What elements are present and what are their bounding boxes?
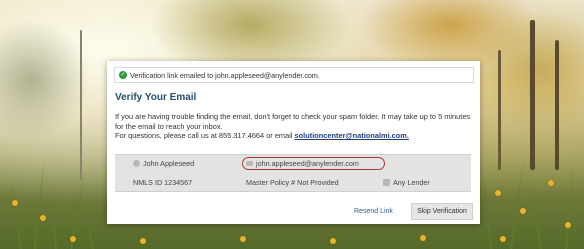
tree-trunk bbox=[530, 20, 535, 170]
nmls-id: NMLS ID 1234567 bbox=[133, 178, 193, 187]
flower bbox=[70, 236, 76, 242]
grass-blade bbox=[50, 189, 57, 249]
grass-blade bbox=[10, 179, 22, 249]
flower bbox=[565, 222, 571, 228]
notice-text: Verification link emailed to john.apples… bbox=[130, 70, 320, 80]
grass-blade bbox=[527, 179, 542, 249]
bank-icon bbox=[383, 179, 390, 186]
resend-link-button[interactable]: Resend Link bbox=[354, 208, 393, 215]
flower bbox=[240, 236, 246, 242]
check-circle-icon: ✓ bbox=[119, 71, 127, 79]
tree-trunk bbox=[555, 40, 559, 170]
user-email: john.appleseed@anylender.com bbox=[256, 159, 359, 168]
master-policy-cell: Master Policy # Not Provided bbox=[246, 178, 339, 187]
support-email-link[interactable]: solutioncenter@nationalmi.com. bbox=[295, 131, 409, 140]
tree-canopy bbox=[0, 20, 90, 140]
skip-verification-button[interactable]: Skip Verification bbox=[411, 203, 473, 220]
flower bbox=[140, 238, 146, 244]
spam-folder-message: If you are having trouble finding the em… bbox=[115, 112, 471, 131]
account-info-panel: John Appleseed john.appleseed@anylender.… bbox=[115, 154, 471, 192]
mail-icon bbox=[246, 161, 253, 166]
flower bbox=[12, 200, 18, 206]
grass-blade bbox=[34, 159, 46, 249]
flower bbox=[548, 180, 554, 186]
flower bbox=[495, 190, 501, 196]
flower bbox=[330, 238, 336, 244]
tree-trunk bbox=[498, 50, 501, 170]
grass-blade bbox=[80, 194, 94, 249]
grass-blade bbox=[510, 154, 526, 249]
background-photo: ✓ Verification link emailed to john.appl… bbox=[0, 0, 584, 249]
flower bbox=[40, 215, 46, 221]
dialog-title: Verify Your Email bbox=[115, 92, 197, 103]
grass-blade bbox=[565, 164, 575, 249]
verify-email-dialog: ✓ Verification link emailed to john.appl… bbox=[107, 61, 480, 224]
flower bbox=[420, 235, 426, 241]
tree-trunk bbox=[80, 30, 82, 180]
grass-blade bbox=[482, 174, 492, 249]
user-email-cell: john.appleseed@anylender.com bbox=[246, 159, 359, 168]
contact-line: For questions, please call us at 855.317… bbox=[115, 131, 475, 141]
user-name-cell: John Appleseed bbox=[133, 159, 194, 168]
user-icon bbox=[133, 160, 140, 167]
lender-cell: Any Lender bbox=[383, 178, 430, 187]
flower bbox=[520, 208, 526, 214]
dialog-body: If you are having trouble finding the em… bbox=[115, 112, 475, 141]
flower bbox=[500, 236, 506, 242]
contact-text: For questions, please call us at 855.317… bbox=[115, 131, 295, 140]
master-policy: Master Policy # Not Provided bbox=[246, 178, 339, 187]
verification-notice: ✓ Verification link emailed to john.appl… bbox=[114, 67, 474, 83]
user-name: John Appleseed bbox=[143, 159, 195, 168]
nmls-cell: NMLS ID 1234567 bbox=[133, 178, 192, 187]
lender-name: Any Lender bbox=[393, 178, 430, 187]
